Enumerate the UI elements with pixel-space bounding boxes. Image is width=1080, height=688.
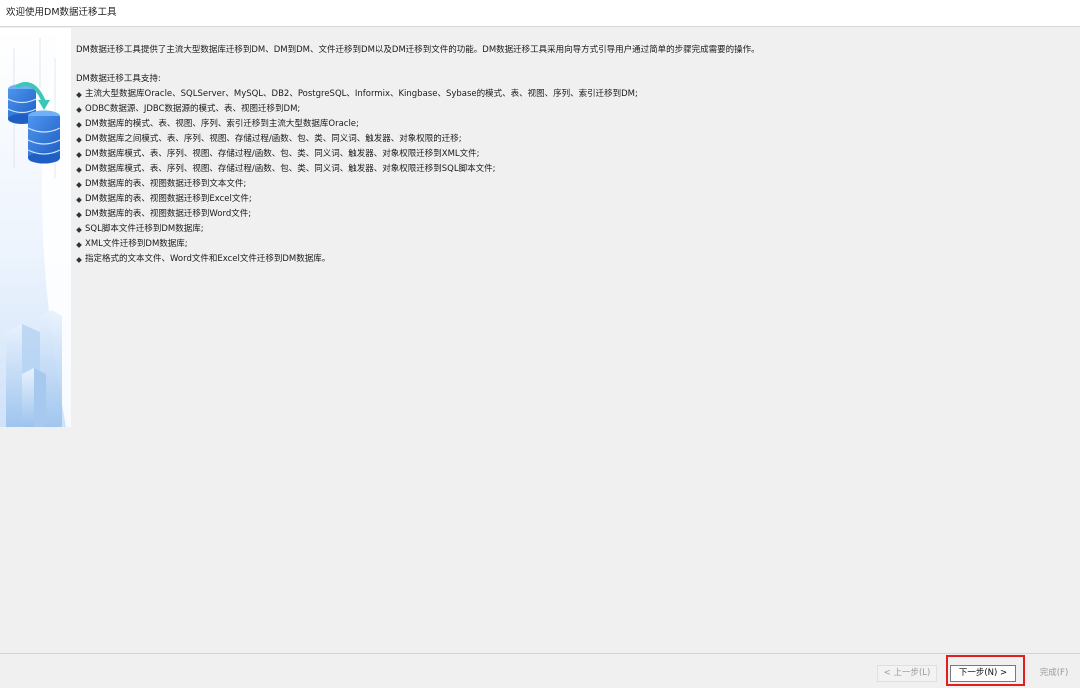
diamond-bullet-icon <box>76 256 82 263</box>
list-item: DM数据库的表、视图数据迁移到Word文件; <box>76 207 1072 222</box>
diamond-bullet-icon <box>76 121 82 128</box>
diamond-bullet-icon <box>76 226 82 233</box>
list-item: DM数据库模式、表、序列、视图、存储过程/函数、包、类、同义词、触发器、对象权限… <box>76 147 1072 162</box>
list-item: DM数据库模式、表、序列、视图、存储过程/函数、包、类、同义词、触发器、对象权限… <box>76 162 1072 177</box>
welcome-content: DM数据迁移工具提供了主流大型数据库迁移到DM、DM到DM、文件迁移到DM以及D… <box>76 43 1072 267</box>
feature-text: SQL脚本文件迁移到DM数据库; <box>85 224 204 234</box>
feature-text: DM数据库之间模式、表、序列、视图、存储过程/函数、包、类、同义词、触发器、对象… <box>85 134 462 144</box>
list-item: DM数据库的模式、表、视图、序列、索引迁移到主流大型数据库Oracle; <box>76 117 1072 132</box>
feature-text: DM数据库模式、表、序列、视图、存储过程/函数、包、类、同义词、触发器、对象权限… <box>85 149 480 159</box>
feature-text: DM数据库的表、视图数据迁移到文本文件; <box>85 179 247 189</box>
list-item: DM数据库的表、视图数据迁移到Excel文件; <box>76 192 1072 207</box>
footer-divider <box>0 653 1080 654</box>
list-item: ODBC数据源、JDBC数据源的模式、表、视图迁移到DM; <box>76 102 1072 117</box>
prev-button[interactable]: < 上一步(L) <box>877 665 937 682</box>
feature-text: XML文件迁移到DM数据库; <box>85 239 188 249</box>
intro-text: DM数据迁移工具提供了主流大型数据库迁移到DM、DM到DM、文件迁移到DM以及D… <box>76 45 760 55</box>
feature-text: 主流大型数据库Oracle、SQLServer、MySQL、DB2、Postgr… <box>85 89 638 99</box>
finish-button[interactable]: 完成(F) <box>1031 665 1077 682</box>
diamond-bullet-icon <box>76 136 82 143</box>
list-item: 主流大型数据库Oracle、SQLServer、MySQL、DB2、Postgr… <box>76 87 1072 102</box>
diamond-bullet-icon <box>76 91 82 98</box>
diamond-bullet-icon <box>76 166 82 173</box>
diamond-bullet-icon <box>76 151 82 158</box>
database-migration-icon <box>0 28 71 427</box>
list-item: XML文件迁移到DM数据库; <box>76 237 1072 252</box>
list-item: 指定格式的文本文件、Word文件和Excel文件迁移到DM数据库。 <box>76 252 1072 267</box>
diamond-bullet-icon <box>76 106 82 113</box>
feature-text: DM数据库的模式、表、视图、序列、索引迁移到主流大型数据库Oracle; <box>85 119 359 129</box>
feature-text: ODBC数据源、JDBC数据源的模式、表、视图迁移到DM; <box>85 104 301 114</box>
diamond-bullet-icon <box>76 196 82 203</box>
next-button[interactable]: 下一步(N) > <box>950 665 1016 682</box>
side-banner <box>0 28 71 427</box>
feature-text: 指定格式的文本文件、Word文件和Excel文件迁移到DM数据库。 <box>85 254 331 264</box>
list-item: SQL脚本文件迁移到DM数据库; <box>76 222 1072 237</box>
list-item: DM数据库之间模式、表、序列、视图、存储过程/函数、包、类、同义词、触发器、对象… <box>76 132 1072 147</box>
window-title: 欢迎使用DM数据迁移工具 <box>6 7 117 18</box>
feature-text: DM数据库的表、视图数据迁移到Excel文件; <box>85 194 252 204</box>
title-bar: 欢迎使用DM数据迁移工具 <box>0 0 1080 27</box>
diamond-bullet-icon <box>76 181 82 188</box>
diamond-bullet-icon <box>76 211 82 218</box>
list-item: DM数据库的表、视图数据迁移到文本文件; <box>76 177 1072 192</box>
support-heading: DM数据迁移工具支持: <box>76 74 161 84</box>
feature-text: DM数据库模式、表、序列、视图、存储过程/函数、包、类、同义词、触发器、对象权限… <box>85 164 496 174</box>
diamond-bullet-icon <box>76 241 82 248</box>
feature-text: DM数据库的表、视图数据迁移到Word文件; <box>85 209 252 219</box>
feature-list: 主流大型数据库Oracle、SQLServer、MySQL、DB2、Postgr… <box>76 87 1072 267</box>
